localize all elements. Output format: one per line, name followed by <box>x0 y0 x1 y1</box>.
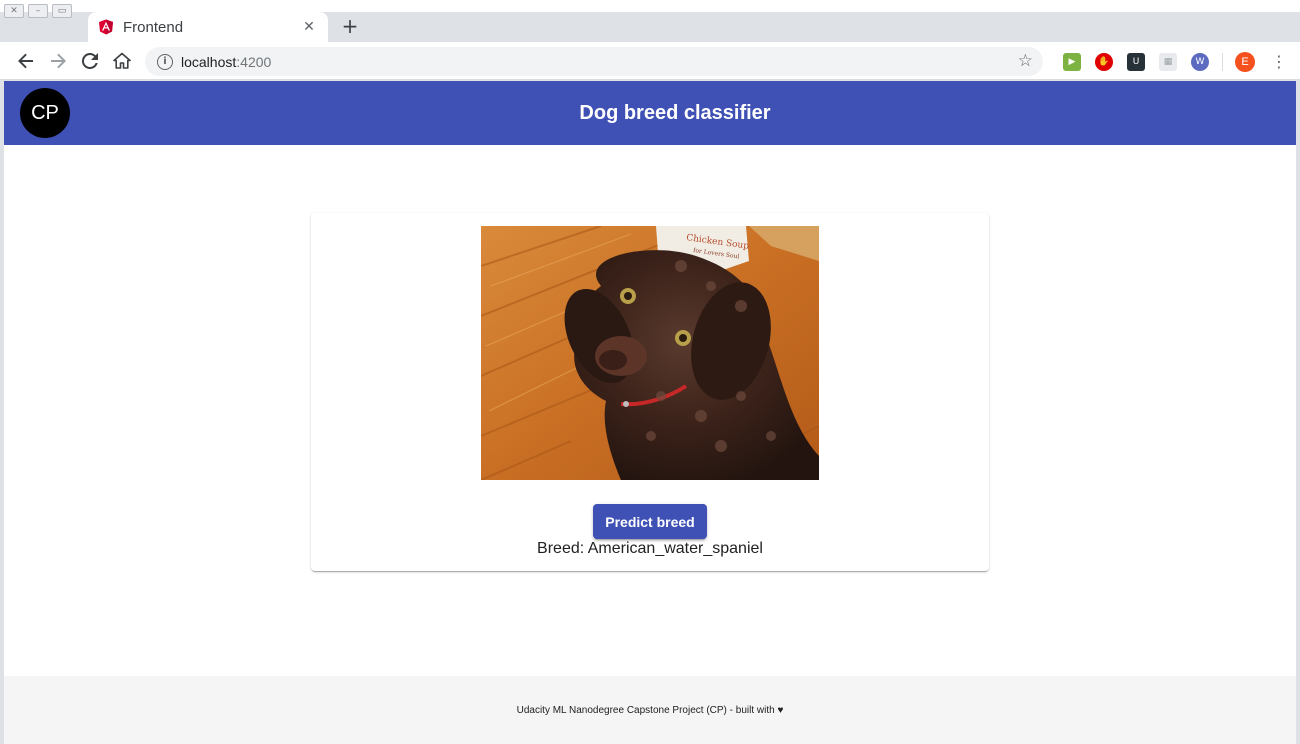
profile-avatar[interactable]: E <box>1235 52 1255 72</box>
minimize-window-icon[interactable]: – <box>28 4 48 18</box>
page-viewport: CP Dog breed classifier Chicken Soup for… <box>4 81 1296 744</box>
url-port: :4200 <box>236 53 272 70</box>
page-title: Dog breed classifier <box>579 101 771 124</box>
breed-label: Breed: <box>537 540 588 557</box>
extension-adblock-icon[interactable]: ✋ <box>1095 53 1113 71</box>
address-bar[interactable]: i localhost:4200 ☆ <box>145 47 1043 76</box>
home-icon[interactable] <box>106 45 138 77</box>
browser-window: ✕ – ▭ Frontend ✕ + i localhost:4200 ☆ ▶… <box>0 0 1300 744</box>
footer-text: Udacity ML Nanodegree Capstone Project (… <box>516 704 784 716</box>
reload-icon[interactable] <box>74 45 106 77</box>
extension-grey-icon[interactable]: ▦ <box>1159 53 1177 71</box>
tab-title: Frontend <box>123 18 184 36</box>
arrow-left-icon[interactable] <box>10 45 42 77</box>
classifier-card: Chicken Soup for Lovers Soul Predict bre… <box>311 213 989 571</box>
breed-value: American_water_spaniel <box>587 540 763 557</box>
arrow-right-icon[interactable] <box>42 45 74 77</box>
extensions-area: ▶ ✋ U ▦ W E ⋮ <box>1056 52 1287 72</box>
dog-photo: Chicken Soup for Lovers Soul <box>481 226 819 480</box>
breed-result: Breed: American_water_spaniel <box>311 540 989 558</box>
extension-purple-icon[interactable]: W <box>1191 53 1209 71</box>
info-icon[interactable]: i <box>157 53 173 70</box>
kebab-menu-icon[interactable]: ⋮ <box>1271 54 1287 70</box>
new-tab-icon[interactable]: + <box>340 14 360 38</box>
star-icon[interactable]: ☆ <box>1018 51 1033 71</box>
app-header: CP Dog breed classifier <box>4 81 1296 145</box>
window-right-border <box>1296 81 1300 744</box>
tab-close-icon[interactable]: ✕ <box>300 18 318 36</box>
close-window-icon[interactable]: ✕ <box>4 4 24 18</box>
url-host: localhost <box>181 53 237 70</box>
extension-green-icon[interactable]: ▶ <box>1063 53 1081 71</box>
tab-frontend[interactable]: Frontend ✕ <box>88 12 328 42</box>
browser-toolbar: i localhost:4200 ☆ ▶ ✋ U ▦ W E ⋮ <box>0 42 1300 80</box>
angular-favicon-icon <box>98 19 114 35</box>
window-controls: ✕ – ▭ <box>4 4 72 18</box>
extension-dark-icon[interactable]: U <box>1127 53 1145 71</box>
toolbar-separator <box>1222 53 1223 71</box>
tab-strip: ✕ – ▭ Frontend ✕ + <box>0 0 1300 42</box>
predict-breed-button[interactable]: Predict breed <box>593 504 707 539</box>
page-footer: Udacity ML Nanodegree Capstone Project (… <box>4 676 1296 744</box>
maximize-window-icon[interactable]: ▭ <box>52 4 72 18</box>
